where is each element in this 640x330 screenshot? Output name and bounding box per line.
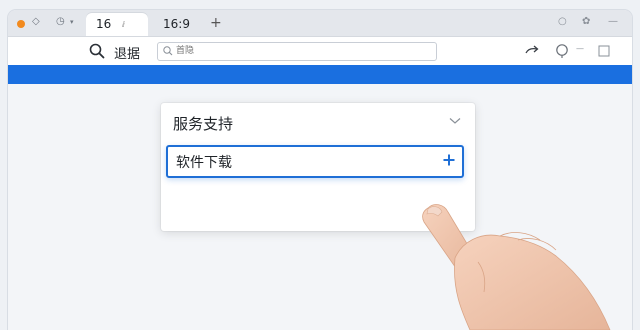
- settings-icon[interactable]: ✿: [582, 16, 590, 27]
- address-input[interactable]: [176, 44, 426, 58]
- address-bar[interactable]: [157, 42, 437, 61]
- software-download-item[interactable]: 软件下载: [166, 145, 464, 178]
- search-label[interactable]: 退据: [114, 43, 140, 62]
- sync-icon[interactable]: ◇: [32, 16, 40, 27]
- plus-icon[interactable]: [442, 153, 456, 167]
- new-tab-button[interactable]: +: [210, 15, 222, 31]
- help-icon[interactable]: [554, 43, 570, 59]
- tab-strip: ◇ ◷ ▾ 16 ⅈ 16:9 + ○ ✿ —: [8, 10, 632, 37]
- header-band: [8, 65, 632, 84]
- help-dropdown-icon[interactable]: —: [576, 44, 584, 53]
- chevron-down-icon[interactable]: [449, 117, 461, 125]
- search-icon[interactable]: [88, 42, 106, 60]
- window-icon[interactable]: [596, 43, 612, 59]
- tab-audio-icon: ⅈ: [122, 20, 125, 29]
- panel-title[interactable]: 服务支持: [173, 113, 233, 134]
- dropdown-icon[interactable]: ▾: [70, 18, 74, 26]
- search-small-icon: [163, 46, 173, 56]
- circle-icon[interactable]: ○: [558, 16, 567, 27]
- share-icon[interactable]: [524, 43, 540, 59]
- tab-16-9[interactable]: 16:9: [153, 13, 209, 36]
- tab-label: 16: [96, 17, 112, 31]
- browser-logo-icon: [17, 20, 25, 28]
- history-icon[interactable]: ◷: [56, 16, 65, 27]
- minimize-icon[interactable]: —: [608, 16, 618, 27]
- tab-16[interactable]: 16 ⅈ: [86, 13, 148, 36]
- toolbar: 退据 —: [8, 37, 632, 65]
- hand-pointer-icon: [422, 204, 611, 330]
- item-label: 软件下载: [176, 155, 232, 171]
- tab-label: 16:9: [163, 17, 190, 31]
